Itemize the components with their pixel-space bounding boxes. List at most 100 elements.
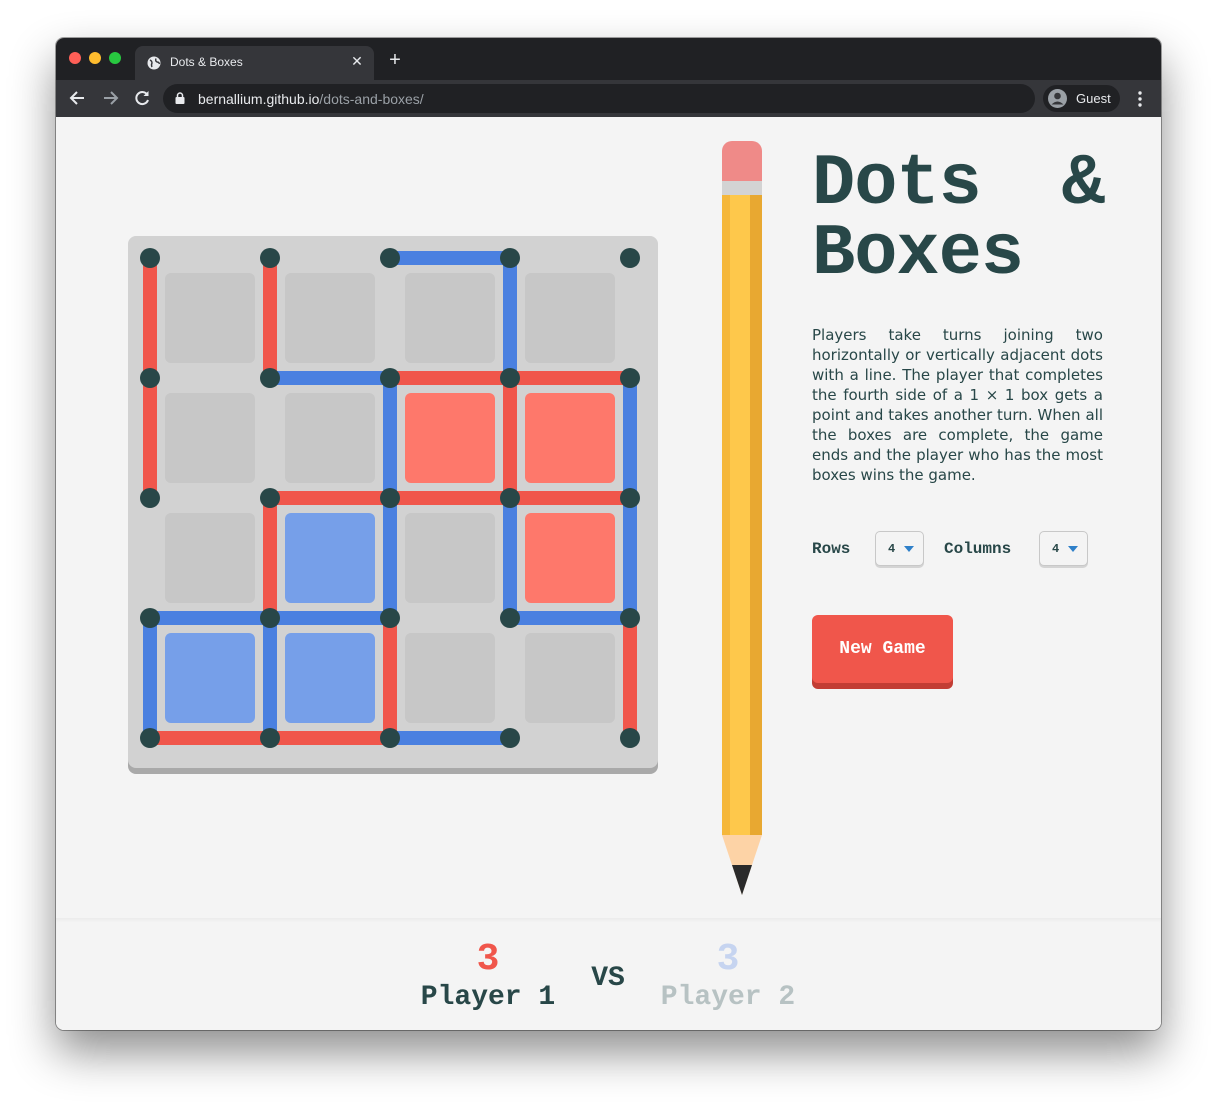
horizontal-line-p1[interactable] <box>390 371 510 385</box>
page-content: Dots & Boxes Players take turns joining … <box>56 117 1161 1030</box>
box-empty <box>525 273 615 363</box>
maximize-window-button[interactable] <box>109 52 121 64</box>
box-empty <box>405 273 495 363</box>
caret-down-icon <box>1068 546 1078 552</box>
title-word-dots: Dots <box>812 143 982 225</box>
board-dot <box>380 368 400 388</box>
columns-select[interactable]: 4 <box>1039 531 1088 566</box>
title-word-boxes: Boxes <box>812 213 1024 295</box>
board-dot <box>380 248 400 268</box>
title-ampersand: & <box>1061 143 1105 225</box>
box-p1 <box>525 513 615 603</box>
board-dot <box>500 368 520 388</box>
box-p2 <box>285 633 375 723</box>
vertical-line-p2[interactable] <box>383 378 397 498</box>
player2-score: 3 <box>716 938 740 981</box>
board-dot <box>140 608 160 628</box>
horizontal-line-p1[interactable] <box>510 491 630 505</box>
minimize-window-button[interactable] <box>89 52 101 64</box>
board-canvas <box>140 248 640 748</box>
player1-score: 3 <box>476 938 500 981</box>
address-bar[interactable]: bernallium.github.io/dots-and-boxes/ <box>163 84 1035 113</box>
box-empty <box>285 273 375 363</box>
board-dot <box>380 728 400 748</box>
box-empty <box>405 633 495 723</box>
board-dot <box>500 248 520 268</box>
horizontal-line-p1[interactable] <box>510 371 630 385</box>
board-dot <box>500 488 520 508</box>
board-size-options: Rows 4 Columns 4 <box>812 531 1112 567</box>
reload-icon[interactable] <box>132 88 152 108</box>
vertical-line-p1[interactable] <box>383 618 397 738</box>
vs-label: VS <box>591 963 625 994</box>
vertical-line-p2[interactable] <box>263 618 277 738</box>
board-dot <box>260 728 280 748</box>
browser-window: Dots & Boxes ✕ + bernallium.github.io/do… <box>56 38 1161 1030</box>
caret-down-icon <box>904 546 914 552</box>
board-dot <box>620 368 640 388</box>
horizontal-line-p2[interactable] <box>510 611 630 625</box>
url-host: bernallium.github.io <box>198 91 320 107</box>
account-icon <box>1048 89 1067 108</box>
profile-label: Guest <box>1076 91 1111 106</box>
rows-label: Rows <box>812 540 851 558</box>
box-empty <box>165 393 255 483</box>
vertical-line-p1[interactable] <box>263 498 277 618</box>
game-board <box>128 236 658 768</box>
columns-label: Columns <box>944 540 1012 558</box>
rows-select[interactable]: 4 <box>875 531 924 566</box>
vertical-line-p1[interactable] <box>143 258 157 378</box>
board-dot <box>140 728 160 748</box>
horizontal-line-p2[interactable] <box>270 611 390 625</box>
url-text: bernallium.github.io/dots-and-boxes/ <box>198 91 424 107</box>
vertical-line-p2[interactable] <box>623 498 637 618</box>
horizontal-line-p1[interactable] <box>270 731 390 745</box>
browser-tab[interactable]: Dots & Boxes ✕ <box>135 46 374 80</box>
vertical-line-p2[interactable] <box>143 618 157 738</box>
new-game-button[interactable]: New Game <box>812 615 953 683</box>
box-empty <box>165 513 255 603</box>
vertical-line-p2[interactable] <box>623 378 637 498</box>
board-dot <box>500 608 520 628</box>
board-dot <box>260 488 280 508</box>
columns-value: 4 <box>1052 542 1060 556</box>
board-dot <box>620 488 640 508</box>
vertical-line-p2[interactable] <box>383 498 397 618</box>
horizontal-line-p2[interactable] <box>150 611 270 625</box>
more-menu-icon[interactable] <box>1131 89 1149 109</box>
rows-value: 4 <box>888 542 896 556</box>
vertical-line-p1[interactable] <box>263 258 277 378</box>
board-dot <box>140 248 160 268</box>
board-dot <box>620 248 640 268</box>
board-dot <box>260 368 280 388</box>
vertical-line-p2[interactable] <box>503 258 517 378</box>
close-window-button[interactable] <box>69 52 81 64</box>
horizontal-line-p2[interactable] <box>270 371 390 385</box>
box-p1 <box>525 393 615 483</box>
close-tab-icon[interactable]: ✕ <box>350 54 364 68</box>
vertical-line-p1[interactable] <box>503 378 517 498</box>
vertical-line-p1[interactable] <box>143 378 157 498</box>
tab-title: Dots & Boxes <box>170 55 243 69</box>
url-path: /dots-and-boxes/ <box>319 91 424 107</box>
board-dot <box>620 728 640 748</box>
page-title: Dots & Boxes <box>812 143 1105 295</box>
player1-name: Player 1 <box>420 982 556 1013</box>
vertical-line-p1[interactable] <box>623 618 637 738</box>
horizontal-line-p1[interactable] <box>150 731 270 745</box>
horizontal-line-p1[interactable] <box>270 491 390 505</box>
box-empty <box>285 393 375 483</box>
box-empty <box>165 273 255 363</box>
box-empty <box>405 513 495 603</box>
forward-arrow-icon[interactable] <box>100 88 120 108</box>
board-dot <box>140 488 160 508</box>
board-dot <box>380 488 400 508</box>
back-arrow-icon[interactable] <box>68 88 88 108</box>
horizontal-line-p2[interactable] <box>390 731 510 745</box>
new-tab-button[interactable]: + <box>386 50 404 70</box>
horizontal-line-p1[interactable] <box>390 491 510 505</box>
horizontal-line-p2[interactable] <box>390 251 510 265</box>
profile-button[interactable]: Guest <box>1043 85 1120 112</box>
vertical-line-p2[interactable] <box>503 498 517 618</box>
box-p1 <box>405 393 495 483</box>
